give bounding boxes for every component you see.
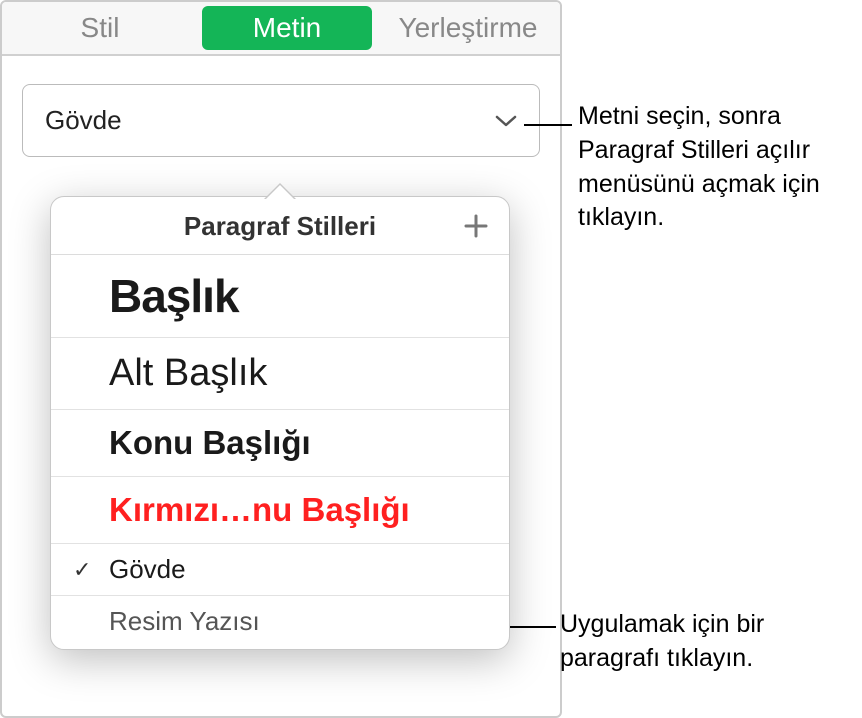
inspector-tabs: Stil Metin Yerleştirme bbox=[2, 2, 560, 56]
style-item-altbaslik[interactable]: Alt Başlık bbox=[51, 338, 509, 410]
check-icon: ✓ bbox=[73, 557, 91, 583]
tab-stil[interactable]: Stil bbox=[2, 2, 198, 54]
style-item-konu[interactable]: Konu Başlığı bbox=[51, 410, 509, 477]
callout-leader-2 bbox=[510, 626, 556, 628]
paragraph-style-dropdown[interactable]: Gövde bbox=[22, 84, 540, 157]
style-item-kirmizi[interactable]: Kırmızı…nu Başlığı bbox=[51, 477, 509, 544]
popover-title-label: Paragraf Stilleri bbox=[184, 211, 376, 242]
plus-icon[interactable] bbox=[461, 211, 491, 241]
style-item-govde[interactable]: ✓ Gövde bbox=[51, 544, 509, 596]
style-item-label: Gövde bbox=[109, 554, 186, 584]
paragraph-styles-popover: Paragraf Stilleri Başlık Alt Başlık Konu… bbox=[50, 196, 510, 650]
paragraph-styles-list: Başlık Alt Başlık Konu Başlığı Kırmızı…n… bbox=[51, 255, 509, 649]
callout-text-2: Uygulamak için bir paragrafı tıklayın. bbox=[560, 608, 860, 676]
callout-leader-1 bbox=[524, 124, 572, 126]
callout-text-1: Metni seçin, sonra Paragraf Stilleri açı… bbox=[578, 100, 858, 235]
style-item-resim[interactable]: Resim Yazısı bbox=[51, 596, 509, 649]
tab-metin[interactable]: Metin bbox=[202, 6, 372, 50]
chevron-down-icon bbox=[495, 114, 517, 128]
popover-title: Paragraf Stilleri bbox=[51, 197, 509, 255]
inspector-panel: Stil Metin Yerleştirme Gövde Paragraf St… bbox=[0, 0, 562, 718]
paragraph-style-current: Gövde bbox=[45, 105, 122, 136]
tab-yerlestirme[interactable]: Yerleştirme bbox=[376, 2, 560, 54]
style-item-baslik[interactable]: Başlık bbox=[51, 255, 509, 338]
